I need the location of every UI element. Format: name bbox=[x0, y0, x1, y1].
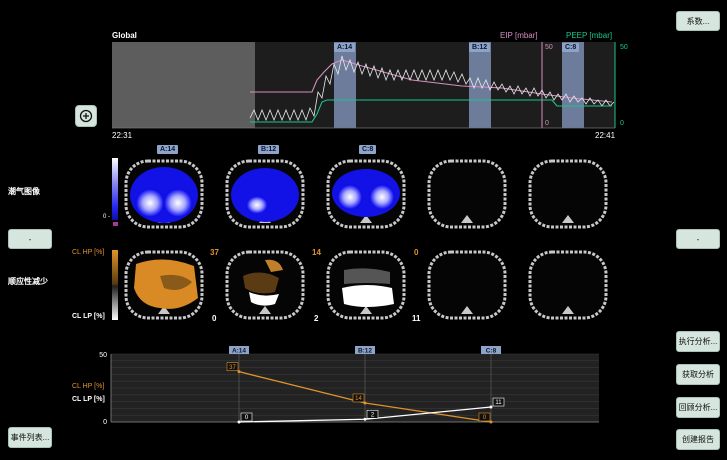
zoom-in-button[interactable] bbox=[75, 105, 97, 127]
eip-legend: EIP [mbar] bbox=[500, 31, 538, 40]
peep-legend: PEEP [mbar] bbox=[566, 31, 613, 40]
peep-max-label: 50 bbox=[620, 44, 628, 51]
lp-value-b: 2 bbox=[314, 314, 319, 323]
category-tag-label: B:12 bbox=[358, 348, 372, 355]
eip-max-label: 50 bbox=[545, 44, 553, 51]
vent-image-label: 潮气图像 bbox=[8, 187, 40, 196]
trend-marker-b[interactable]: B:12 bbox=[469, 43, 491, 52]
category-tag-label: C:8 bbox=[486, 348, 497, 355]
cl-scale-bar bbox=[112, 250, 118, 320]
trend-marker-a[interactable]: A:14 bbox=[334, 43, 356, 52]
left-small-button[interactable]: - bbox=[8, 229, 52, 249]
vent-color-scale bbox=[112, 158, 118, 220]
right-small-button[interactable]: - bbox=[676, 229, 720, 249]
peep-min-label: 0 bbox=[620, 120, 624, 127]
data-point bbox=[489, 405, 493, 409]
data-label: 37 bbox=[229, 365, 236, 371]
data-label: 11 bbox=[495, 400, 502, 406]
global-trend-chart[interactable]: 50 0 50 0 22:31 22:41 bbox=[112, 42, 632, 142]
vent-tag-a: A:14 bbox=[157, 145, 179, 154]
lp-value-a: 0 bbox=[212, 314, 217, 323]
vent-image-row bbox=[124, 159, 608, 229]
global-title: Global bbox=[112, 31, 137, 40]
compliance-image-row bbox=[124, 250, 608, 320]
get-analysis-button[interactable]: 获取分析 bbox=[676, 364, 720, 385]
hp-value-c: 0 bbox=[414, 248, 419, 257]
hp-value-a: 37 bbox=[210, 248, 219, 257]
data-point bbox=[237, 420, 241, 424]
compliance-label: 顺应性减少 bbox=[8, 277, 48, 286]
trend-time-end: 22:41 bbox=[595, 131, 616, 140]
events-button[interactable]: 事件列表... bbox=[8, 427, 52, 448]
vent-scale-swatch bbox=[113, 222, 118, 226]
trend-marker-c[interactable]: C:8 bbox=[562, 43, 580, 52]
cl-lp-scale-label: CL LP [%] bbox=[72, 313, 105, 320]
lp-value-c: 11 bbox=[412, 314, 421, 323]
cl-hp-scale-label: CL HP [%] bbox=[72, 249, 105, 256]
y-tick-label: 0 bbox=[103, 419, 107, 426]
cl-trend-chart: 500A:14 B:12 C:8 371400 211 bbox=[99, 346, 599, 426]
data-point bbox=[363, 417, 367, 421]
run-analysis-button[interactable]: 执行分析... bbox=[676, 331, 720, 352]
vent-scale-min: 0 - bbox=[103, 214, 111, 220]
data-label: 14 bbox=[355, 396, 362, 402]
close-analysis-button[interactable]: 回顾分析... bbox=[676, 397, 720, 418]
zoom-plus-icon bbox=[79, 109, 93, 123]
vent-tag-b: B:12 bbox=[258, 145, 280, 154]
trend-time-start: 22:31 bbox=[112, 131, 133, 140]
eip-min-label: 0 bbox=[545, 120, 549, 127]
params-button[interactable]: 系数... bbox=[676, 11, 720, 31]
y-tick-label: 50 bbox=[99, 352, 107, 359]
create-report-button[interactable]: 创建报告 bbox=[676, 429, 720, 450]
hp-value-b: 14 bbox=[312, 248, 321, 257]
vent-tag-c: C:8 bbox=[359, 145, 377, 154]
category-tag-label: A:14 bbox=[232, 348, 246, 355]
